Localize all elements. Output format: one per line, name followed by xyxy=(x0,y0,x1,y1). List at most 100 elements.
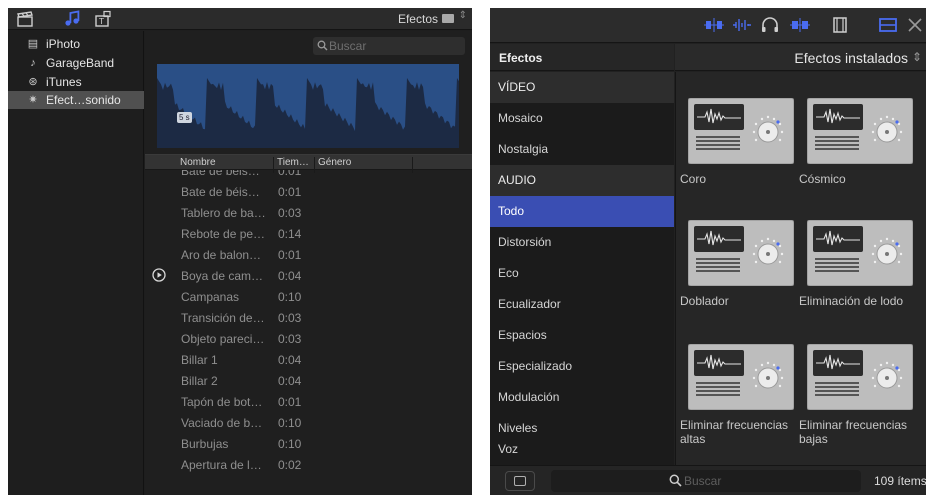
row-name: Burbujas xyxy=(181,437,229,451)
effects-search-box[interactable] xyxy=(551,470,861,492)
category-espacios[interactable]: Espacios xyxy=(490,320,674,351)
effect-tile-eliminacion-lodo[interactable] xyxy=(807,220,913,286)
effect-tile-coro[interactable] xyxy=(688,98,794,164)
library-item-itunes[interactable]: ⊛ iTunes xyxy=(8,73,144,91)
row-time: 0:10 xyxy=(278,290,302,304)
effect-tile-eliminar-altas[interactable] xyxy=(688,344,794,410)
table-row[interactable]: Burbujas 0:10 xyxy=(145,433,472,454)
effect-tile-doblador[interactable] xyxy=(688,220,794,286)
solo-icon[interactable] xyxy=(790,16,810,34)
close-icon[interactable] xyxy=(906,16,926,34)
category-modulacion[interactable]: Modulación xyxy=(490,382,674,413)
table-row[interactable]: Campanas 0:10 xyxy=(145,286,472,307)
sound-list: Bate de béis… 0:01 Bate de béis… 0:01 Tabl… xyxy=(145,170,472,495)
browser-toolbar: T Efectos ⇕ xyxy=(8,8,472,30)
category-section-audio: AUDIO xyxy=(490,165,674,196)
category-label: Mosaico xyxy=(498,111,543,125)
library-item-iphoto[interactable]: ▤ iPhoto xyxy=(8,35,144,53)
table-row[interactable]: Bate de béis… 0:01 xyxy=(145,170,472,181)
row-time: 0:04 xyxy=(278,353,302,367)
filmstrip-icon[interactable] xyxy=(830,16,850,34)
music-notes-icon[interactable] xyxy=(63,10,81,28)
row-time: 0:10 xyxy=(278,437,302,451)
waveform-icon[interactable] xyxy=(732,16,752,34)
library-item-label: GarageBand xyxy=(46,56,115,70)
browser-icon[interactable] xyxy=(878,16,898,34)
updown-chevron-icon[interactable]: ⇕ xyxy=(459,10,467,21)
table-row[interactable]: Rebote de pe… 0:14 xyxy=(145,223,472,244)
search-box[interactable] xyxy=(313,37,465,55)
audio-effect-icon xyxy=(807,220,913,286)
headphones-icon[interactable] xyxy=(760,16,780,34)
guitar-icon: ♪ xyxy=(30,57,36,69)
library-item-garageband[interactable]: ♪ GarageBand xyxy=(8,54,144,72)
effects-filter-header: Efectos instalados ⇕ xyxy=(675,44,926,71)
effects-search-input[interactable] xyxy=(684,473,834,489)
table-row[interactable]: Tapón de bot… 0:01 xyxy=(145,391,472,412)
column-header-genre[interactable]: Género xyxy=(318,157,351,168)
library-sidebar: ▤ iPhoto ♪ GarageBand ⊛ iTunes ✷ Efect…s… xyxy=(8,31,144,495)
category-especializado[interactable]: Especializado xyxy=(490,351,674,382)
category-label: Niveles xyxy=(498,421,538,435)
sidebar-header: Efectos xyxy=(490,44,674,71)
clapper-icon[interactable] xyxy=(16,10,34,28)
category-todo[interactable]: Todo xyxy=(490,196,674,227)
effect-tile-cosmico[interactable] xyxy=(807,98,913,164)
photos-sound-browser: T Efectos ⇕ ▤ iPhoto ♪ GarageBand ⊛ iTun… xyxy=(8,8,472,495)
table-row[interactable]: Tablero de ba… 0:03 xyxy=(145,202,472,223)
row-name: Transición de… xyxy=(181,311,265,325)
category-label: Modulación xyxy=(498,390,560,404)
table-row[interactable]: Transición de… 0:03 xyxy=(145,307,472,328)
table-row[interactable]: Boya de cam… 0:04 xyxy=(145,265,472,286)
sidebar-title: Efectos xyxy=(499,51,543,65)
row-time: 0:10 xyxy=(278,416,302,430)
category-mosaico[interactable]: Mosaico xyxy=(490,103,674,134)
effects-filter-dropdown[interactable]: Efectos instalados xyxy=(794,50,908,66)
table-row[interactable]: Aro de balon… 0:01 xyxy=(145,244,472,265)
sound-list-pane: 5 s Nombre Tiem… Género Bate de béis… 0:0… xyxy=(145,31,472,495)
folder-icon[interactable] xyxy=(442,14,454,23)
waveform-preview[interactable]: 5 s xyxy=(157,64,459,148)
category-label: Todo xyxy=(498,204,525,218)
effects-grid: Coro Cósmico Doblador Eliminación de lod… xyxy=(675,72,926,465)
row-name: Objeto pareci… xyxy=(181,332,265,346)
category-label: VÍDEO xyxy=(498,80,536,94)
table-row[interactable]: Apertura de l… 0:02 xyxy=(145,454,472,475)
effect-name: Eliminar frecuencias bajas xyxy=(799,418,908,446)
table-row[interactable]: Billar 1 0:04 xyxy=(145,349,472,370)
category-ecualizador[interactable]: Ecualizador xyxy=(490,289,674,320)
category-label: Nostalgia xyxy=(498,142,549,156)
library-item-label: iPhoto xyxy=(46,37,81,51)
list-header: Nombre Tiem… Género xyxy=(145,154,472,173)
audio-meter-icon[interactable] xyxy=(704,16,724,34)
audio-effect-icon xyxy=(807,344,913,410)
photo-icon: ▤ xyxy=(27,38,39,50)
updown-chevron-icon[interactable]: ⇕ xyxy=(912,50,922,64)
category-voz[interactable]: Voz xyxy=(490,434,674,465)
category-label: Distorsión xyxy=(498,235,552,249)
waveform-graphic xyxy=(157,74,459,148)
items-count: 109 ítems xyxy=(874,474,926,488)
row-time: 0:02 xyxy=(278,458,302,472)
library-item-sound-effects[interactable]: ✷ Efect…sonido xyxy=(8,91,144,109)
table-row[interactable]: Objeto pareci… 0:03 xyxy=(145,328,472,349)
column-header-name[interactable]: Nombre xyxy=(180,157,216,168)
search-input[interactable] xyxy=(329,39,459,53)
title-tools-icon[interactable]: T xyxy=(94,10,112,28)
toggle-sidebar-button[interactable] xyxy=(505,471,535,491)
row-name: Campanas xyxy=(181,290,240,304)
effect-tile-eliminar-bajas[interactable] xyxy=(807,344,913,410)
duration-badge: 5 s xyxy=(177,112,192,123)
row-name: Billar 2 xyxy=(181,374,218,388)
play-icon[interactable] xyxy=(152,268,166,282)
category-eco[interactable]: Eco xyxy=(490,258,674,289)
table-row[interactable]: Billar 2 0:04 xyxy=(145,370,472,391)
effect-name: Cósmico xyxy=(799,172,846,186)
table-row[interactable]: Vaciado de b… 0:10 xyxy=(145,412,472,433)
column-header-time[interactable]: Tiem… xyxy=(277,157,309,168)
effects-bottom-bar: 109 ítems xyxy=(490,465,926,495)
category-label: Voz xyxy=(498,442,519,456)
category-nostalgia[interactable]: Nostalgia xyxy=(490,134,674,165)
table-row[interactable]: Bate de béis… 0:01 xyxy=(145,181,472,202)
category-distorsion[interactable]: Distorsión xyxy=(490,227,674,258)
